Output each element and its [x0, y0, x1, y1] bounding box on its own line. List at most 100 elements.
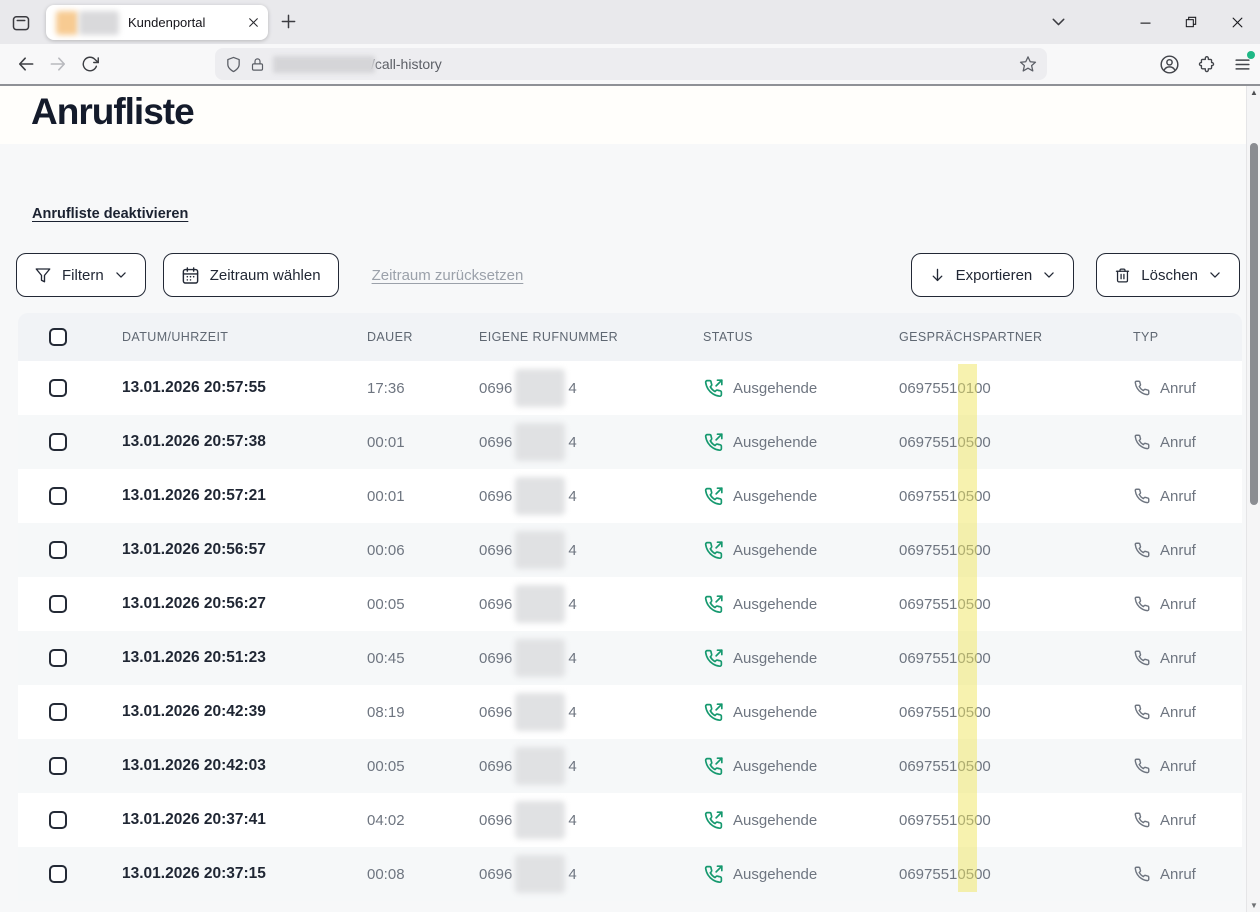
- phone-icon: [1133, 487, 1160, 505]
- url-bar[interactable]: /call-history: [215, 48, 1047, 80]
- shield-icon[interactable]: [225, 56, 242, 73]
- cell-type: Anruf: [1133, 379, 1242, 397]
- calendar-icon: [181, 266, 200, 285]
- cell-status: Ausgehende: [703, 810, 899, 831]
- call-table: DATUM/UHRZEIT DAUER EIGENE RUFNUMMER STA…: [18, 313, 1242, 901]
- col-header-own-number: EIGENE RUFNUMMER: [479, 330, 703, 344]
- url-path: /call-history: [371, 56, 442, 72]
- cell-datetime: 13.01.2026 20:57:21: [122, 487, 367, 505]
- tab-title: Kundenportal: [128, 15, 247, 30]
- cell-own-number: 0696 4: [479, 531, 703, 569]
- tab-close-icon[interactable]: [247, 16, 260, 29]
- cell-type: Anruf: [1133, 811, 1242, 829]
- row-checkbox[interactable]: [49, 865, 67, 883]
- table-row: 13.01.2026 20:37:41 04:02 0696 4 Ausgehe…: [18, 793, 1242, 847]
- cell-partner: 06975510500: [899, 866, 1133, 883]
- table-row: 13.01.2026 20:37:15 00:08 0696 4 Ausgehe…: [18, 847, 1242, 901]
- outgoing-call-icon: [703, 702, 733, 723]
- lock-icon[interactable]: [250, 57, 265, 72]
- cell-own-number: 0696 4: [479, 369, 703, 407]
- choose-range-button[interactable]: Zeitraum wählen: [163, 253, 339, 297]
- row-checkbox[interactable]: [49, 649, 67, 667]
- cell-own-number: 0696 4: [479, 747, 703, 785]
- cell-own-number: 0696 4: [479, 477, 703, 515]
- menu-hamburger-icon[interactable]: [1233, 55, 1252, 74]
- page-title: Anrufliste: [31, 91, 194, 133]
- export-button[interactable]: Exportieren: [911, 253, 1075, 297]
- scrollbar-thumb[interactable]: [1250, 143, 1258, 505]
- table-row: 13.01.2026 20:42:03 00:05 0696 4 Ausgehe…: [18, 739, 1242, 793]
- redacted-domain: [273, 56, 375, 73]
- minimize-icon[interactable]: [1122, 0, 1168, 44]
- list-all-tabs-icon[interactable]: [1048, 11, 1069, 37]
- extensions-puzzle-icon[interactable]: [1197, 55, 1216, 74]
- cell-partner: 06975510100: [899, 380, 1133, 397]
- cell-datetime: 13.01.2026 20:57:55: [122, 379, 367, 397]
- cell-duration: 17:36: [367, 380, 479, 397]
- phone-icon: [1133, 433, 1160, 451]
- reset-range-link[interactable]: Zeitraum zurücksetzen: [372, 267, 524, 284]
- restore-window-icon[interactable]: [1168, 0, 1214, 44]
- cell-own-number: 0696 4: [479, 585, 703, 623]
- deactivate-call-list-link[interactable]: Anrufliste deaktivieren: [32, 206, 188, 222]
- chevron-down-icon: [1042, 268, 1056, 282]
- sidebar-toggle-icon[interactable]: [8, 10, 34, 36]
- phone-icon: [1133, 865, 1160, 883]
- cell-type: Anruf: [1133, 433, 1242, 451]
- back-icon[interactable]: [10, 48, 42, 80]
- browser-tab[interactable]: Kundenportal: [46, 5, 268, 40]
- account-icon[interactable]: [1159, 54, 1180, 75]
- row-checkbox[interactable]: [49, 703, 67, 721]
- filter-button[interactable]: Filtern: [16, 253, 146, 297]
- phone-icon: [1133, 703, 1160, 721]
- cell-own-number: 0696 4: [479, 855, 703, 893]
- cell-duration: 00:06: [367, 542, 479, 559]
- row-checkbox[interactable]: [49, 487, 67, 505]
- table-row: 13.01.2026 20:57:21 00:01 0696 4 Ausgehe…: [18, 469, 1242, 523]
- scroll-up-arrow-icon[interactable]: ▲: [1247, 88, 1260, 97]
- row-checkbox[interactable]: [49, 433, 67, 451]
- close-window-icon[interactable]: [1214, 0, 1260, 44]
- cell-type: Anruf: [1133, 487, 1242, 505]
- reload-icon[interactable]: [74, 48, 106, 80]
- row-checkbox[interactable]: [49, 595, 67, 613]
- outgoing-call-icon: [703, 648, 733, 669]
- cell-status: Ausgehende: [703, 594, 899, 615]
- action-bar: Filtern Zeitraum wählen Zeitraum zurücks…: [0, 253, 1246, 297]
- outgoing-call-icon: [703, 378, 733, 399]
- row-checkbox[interactable]: [49, 379, 67, 397]
- cell-type: Anruf: [1133, 541, 1242, 559]
- delete-button[interactable]: Löschen: [1096, 253, 1240, 297]
- menu-notification-dot: [1247, 51, 1255, 59]
- redacted-number-segment: [515, 855, 565, 893]
- phone-icon: [1133, 757, 1160, 775]
- new-tab-icon[interactable]: [278, 11, 299, 37]
- cell-datetime: 13.01.2026 20:57:38: [122, 433, 367, 451]
- forward-icon[interactable]: [42, 48, 74, 80]
- phone-icon: [1133, 595, 1160, 613]
- cell-partner: 06975510500: [899, 704, 1133, 721]
- cell-own-number: 0696 4: [479, 693, 703, 731]
- cell-type: Anruf: [1133, 595, 1242, 613]
- select-all-checkbox[interactable]: [49, 328, 67, 346]
- row-checkbox[interactable]: [49, 757, 67, 775]
- cell-datetime: 13.01.2026 20:56:57: [122, 541, 367, 559]
- outgoing-call-icon: [703, 756, 733, 777]
- cell-duration: 00:01: [367, 488, 479, 505]
- page-scrollbar[interactable]: ▲ ▼: [1246, 86, 1260, 912]
- cell-status: Ausgehende: [703, 756, 899, 777]
- table-row: 13.01.2026 20:57:55 17:36 0696 4 Ausgehe…: [18, 361, 1242, 415]
- cell-partner: 06975510500: [899, 542, 1133, 559]
- cell-datetime: 13.01.2026 20:56:27: [122, 595, 367, 613]
- bookmark-star-icon[interactable]: [1019, 55, 1037, 73]
- redacted-number-segment: [515, 369, 565, 407]
- outgoing-call-icon: [703, 864, 733, 885]
- cell-partner: 06975510500: [899, 758, 1133, 775]
- row-checkbox[interactable]: [49, 811, 67, 829]
- phone-icon: [1133, 379, 1160, 397]
- row-checkbox[interactable]: [49, 541, 67, 559]
- cell-duration: 00:05: [367, 758, 479, 775]
- scroll-down-arrow-icon[interactable]: ▼: [1247, 901, 1260, 910]
- redacted-number-segment: [515, 693, 565, 731]
- cell-datetime: 13.01.2026 20:42:39: [122, 703, 367, 721]
